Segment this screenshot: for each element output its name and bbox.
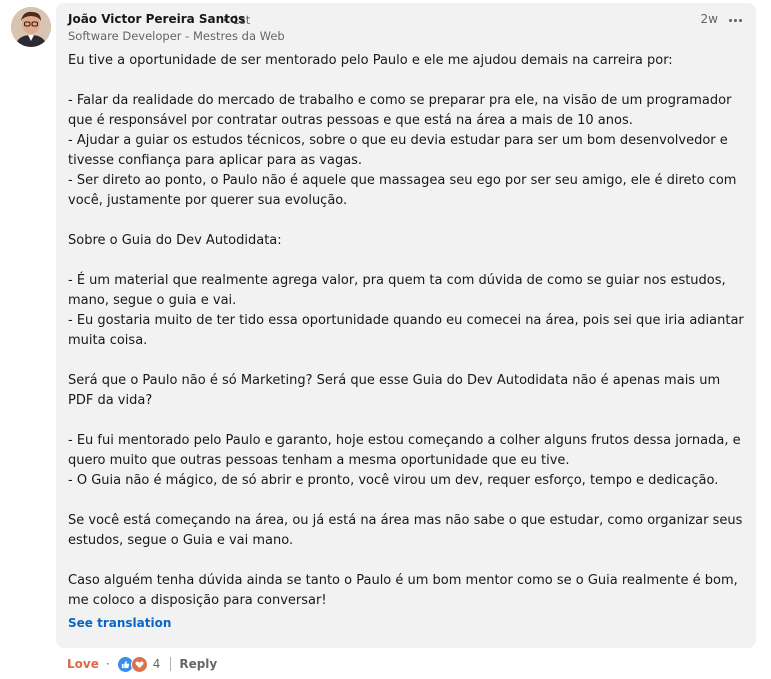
comment-paragraph: - É um material que realmente agrega val…: [68, 273, 726, 308]
reactions-summary[interactable]: 4: [116, 655, 161, 673]
connection-degree: • 1st: [222, 13, 251, 27]
comment-paragraph: Caso alguém tenha dúvida ainda se tanto …: [68, 573, 738, 608]
comment-paragraph: Será que o Paulo não é só Marketing? Ser…: [68, 373, 721, 408]
comment-paragraph: Se você está começando na área, ou já es…: [68, 513, 743, 548]
separator-dot: ·: [105, 657, 110, 671]
action-divider: [170, 657, 172, 671]
comment-bubble: João Victor Pereira Santos • 1st Softwar…: [56, 3, 756, 648]
comment-timestamp: 2w: [700, 12, 718, 26]
author-name[interactable]: João Victor Pereira Santos: [68, 12, 245, 26]
comment-paragraph: - Eu fui mentorado pelo Paulo e garanto,…: [68, 433, 741, 468]
love-reaction-icon: [130, 655, 148, 673]
comment-paragraph: - Falar da realidade do mercado de traba…: [68, 93, 732, 128]
comment-actions: Love · 4 Reply: [67, 655, 217, 673]
reaction-count: 4: [152, 657, 161, 671]
comment-paragraph: Eu tive a oportunidade de ser mentorado …: [68, 53, 673, 68]
comment-paragraph: - O Guia não é mágico, de só abrir e pro…: [68, 473, 719, 488]
see-translation-link[interactable]: See translation: [68, 616, 171, 630]
comment-paragraph: Sobre o Guia do Dev Autodidata:: [68, 233, 282, 248]
comment-paragraph: - Eu gostaria muito de ter tido essa opo…: [68, 313, 744, 348]
comment-paragraph: - Ajudar a guiar os estudos técnicos, so…: [68, 133, 728, 168]
author-headline: Software Developer - Mestres da Web: [68, 29, 285, 43]
more-options-icon[interactable]: [724, 10, 746, 30]
comment-text: Eu tive a oportunidade de ser mentorado …: [68, 51, 744, 611]
comment-header: João Victor Pereira Santos • 1st Softwar…: [68, 11, 746, 45]
love-button[interactable]: Love: [67, 657, 99, 671]
comment-paragraph: - Ser direto ao ponto, o Paulo não é aqu…: [68, 173, 737, 208]
avatar[interactable]: [11, 7, 51, 47]
reply-button[interactable]: Reply: [179, 657, 217, 671]
